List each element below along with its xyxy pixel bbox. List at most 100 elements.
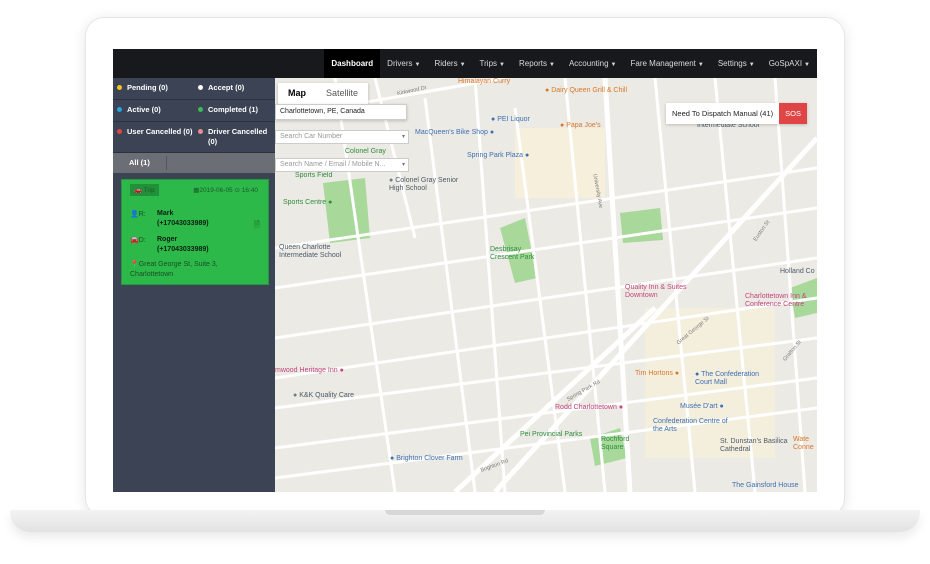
- stat-active[interactable]: Active (0): [113, 100, 194, 121]
- poi-sports-centre[interactable]: Sports Centre ●: [283, 199, 332, 206]
- nav-accounting[interactable]: Accounting ▼: [562, 49, 624, 78]
- document-icon[interactable]: 🗎: [254, 219, 260, 233]
- poi-dairy-queen[interactable]: ● Dairy Queen Grill & Chill: [545, 87, 627, 94]
- poi-spring-park-plaza[interactable]: Spring Park Plaza ●: [467, 152, 529, 159]
- nav-riders[interactable]: Riders ▼: [427, 49, 472, 78]
- nav-dashboard[interactable]: Dashboard: [324, 49, 381, 78]
- nav-fare-management[interactable]: Fare Management ▼: [624, 49, 711, 78]
- poi-dunstan[interactable]: St. Dunstan's Basilica Cathedral: [720, 438, 790, 454]
- poi-label: St. Dunstan's Basilica Cathedral: [720, 438, 788, 453]
- stat-accept-label: Accept (0): [208, 83, 245, 92]
- poi-label: Sports Centre: [283, 199, 327, 206]
- commercial-area: [515, 128, 605, 198]
- poi-pei-provincial-parks[interactable]: Pei Provincial Parks: [520, 431, 582, 438]
- poi-holland[interactable]: Holland Co: [780, 268, 815, 275]
- rider-search-input[interactable]: Search Name / Email / Mobile N... ▾: [275, 158, 409, 172]
- poi-quality-inn[interactable]: Quality Inn & Suites Downtown: [625, 284, 689, 300]
- stat-user-cancelled-label: User Cancelled (0): [127, 127, 193, 136]
- car-icon: 🚗: [134, 187, 143, 194]
- park-area: [620, 208, 663, 243]
- tab-map[interactable]: Map: [278, 83, 316, 104]
- poi-confederation-arts[interactable]: Confederation Centre of the Arts: [653, 418, 733, 434]
- nav-dashboard-label: Dashboard: [331, 59, 374, 68]
- stat-row: Active (0) Completed (1): [113, 100, 275, 122]
- tab-satellite-label: Satellite: [326, 88, 359, 98]
- poi-tim-hortons[interactable]: Tim Hortons ●: [635, 370, 679, 377]
- tab-all[interactable]: All (1): [113, 153, 275, 173]
- car-number-search-input[interactable]: Search Car Number ▾: [275, 130, 409, 144]
- nav-drivers[interactable]: Drivers ▼: [380, 49, 427, 78]
- poi-pei-liquor[interactable]: ● PEI Liquor: [491, 116, 530, 123]
- stat-driver-cancelled[interactable]: Driver Cancelled (0): [194, 122, 275, 152]
- nav-reports-label: Reports: [518, 59, 547, 68]
- poi-colonel-gray[interactable]: Colonel Gray: [345, 148, 386, 155]
- nav-trips[interactable]: Trips ▼: [473, 49, 512, 78]
- poi-macqueens[interactable]: MacQueen's Bike Shop ●: [415, 129, 494, 136]
- trip-tag-label: Trip: [143, 187, 155, 194]
- nav-trips-label: Trips: [479, 59, 498, 68]
- poi-label: Himalayan Curry: [458, 78, 511, 85]
- poi-charlottetown-inn[interactable]: Charlottetown Inn & Conference Centre: [745, 293, 817, 309]
- chevron-down-icon: ▾: [401, 162, 405, 168]
- nav-user-menu[interactable]: GoSpAXI ▼: [762, 49, 817, 78]
- tab-map-label: Map: [288, 88, 306, 98]
- stat-user-cancelled[interactable]: User Cancelled (0): [113, 122, 194, 152]
- chevron-down-icon: ▼: [414, 62, 421, 68]
- hotel-icon: ●: [339, 367, 344, 374]
- poi-label: Pei Provincial Parks: [520, 431, 583, 438]
- poi-label: Holland Co: [780, 268, 815, 275]
- location-search-input[interactable]: Charlottetown, PE, Canada: [275, 104, 407, 120]
- trip-datetime-label: 2019-06-05 ⊙ 16:40: [199, 187, 258, 194]
- poi-gainsford[interactable]: The Gainsford House: [732, 482, 799, 489]
- tab-satellite[interactable]: Satellite: [316, 83, 368, 104]
- poi-sports-field[interactable]: Sports Field: [295, 172, 332, 179]
- park-area: [323, 178, 370, 243]
- dispatch-manual-button[interactable]: Need To Dispatch Manual (41): [665, 103, 780, 124]
- poi-rochford[interactable]: Rochford Square: [601, 436, 641, 452]
- tab-all-label: All (1): [129, 158, 150, 167]
- app-screen: Dashboard Drivers ▼ Riders ▼ Trips ▼ Report…: [113, 49, 817, 492]
- shop-icon: ●: [390, 455, 395, 462]
- poi-desbrisay[interactable]: Desbrisay Crescent Park: [490, 246, 550, 262]
- chevron-down-icon: ▼: [748, 62, 755, 68]
- stat-pending[interactable]: Pending (0): [113, 78, 194, 99]
- stat-accept[interactable]: Accept (0): [194, 78, 275, 99]
- poi-water[interactable]: Wate Conne: [793, 436, 817, 452]
- nav-drivers-label: Drivers: [387, 59, 413, 68]
- nav-fare-label: Fare Management: [630, 59, 696, 68]
- sos-button[interactable]: SOS: [779, 103, 807, 124]
- trip-card[interactable]: 🚗 Trip ▦2019-06-05 ⊙ 16:40 👤R: Mark (+170…: [121, 179, 269, 285]
- rider-search-placeholder: Search Name / Email / Mobile N...: [280, 161, 386, 168]
- poi-rodd[interactable]: Rodd Charlottetown ●: [555, 404, 623, 411]
- chevron-down-icon: ▾: [401, 134, 405, 140]
- dispatch-label: Need To Dispatch Manual (41): [671, 109, 774, 118]
- nav-settings[interactable]: Settings ▼: [711, 49, 762, 78]
- top-navbar: Dashboard Drivers ▼ Riders ▼ Trips ▼ Report…: [113, 49, 817, 78]
- driver-info: Roger (+17043033989): [157, 235, 209, 255]
- stat-completed[interactable]: Completed (1): [194, 100, 275, 121]
- laptop-notch: [385, 510, 545, 515]
- poi-heritage-inn[interactable]: mwood Heritage Inn ●: [275, 367, 344, 374]
- poi-queen-charlotte[interactable]: Queen Charlotte Intermediate School: [279, 244, 351, 260]
- accept-dot-icon: [198, 85, 203, 90]
- shop-icon: ●: [489, 129, 495, 136]
- driver-cancelled-dot-icon: [198, 129, 203, 134]
- stat-completed-label: Completed (1): [208, 105, 259, 114]
- poi-kk-quality-care[interactable]: ● K&K Quality Care: [293, 392, 354, 399]
- tab-divider: [166, 156, 167, 170]
- poi-papa-joes[interactable]: ● Papa Joe's: [560, 122, 601, 129]
- poi-label: Sports Field: [295, 172, 333, 179]
- poi-musee[interactable]: Musée D'art ●: [680, 403, 724, 410]
- nav-reports[interactable]: Reports ▼: [512, 49, 562, 78]
- poi-brighton-clover[interactable]: ● Brighton Clover Farm: [390, 455, 463, 462]
- poi-confederation-mall[interactable]: ● The Confederation Court Mall: [695, 371, 775, 387]
- map-view[interactable]: Himalayan Curry ● Dairy Queen Grill & Ch…: [275, 78, 817, 492]
- poi-colonel-gray-school[interactable]: ● Colonel Gray Senior High School: [389, 177, 461, 193]
- poi-label: Dairy Queen Grill & Chill: [551, 87, 628, 94]
- hotel-icon: ●: [618, 404, 624, 411]
- rider-phone: (+17043033989): [157, 220, 209, 227]
- poi-label: Tim Hortons: [635, 370, 673, 377]
- poi-himalayan[interactable]: Himalayan Curry: [458, 78, 510, 85]
- rider-name: Mark: [157, 210, 174, 217]
- chevron-down-icon: ▼: [499, 62, 505, 68]
